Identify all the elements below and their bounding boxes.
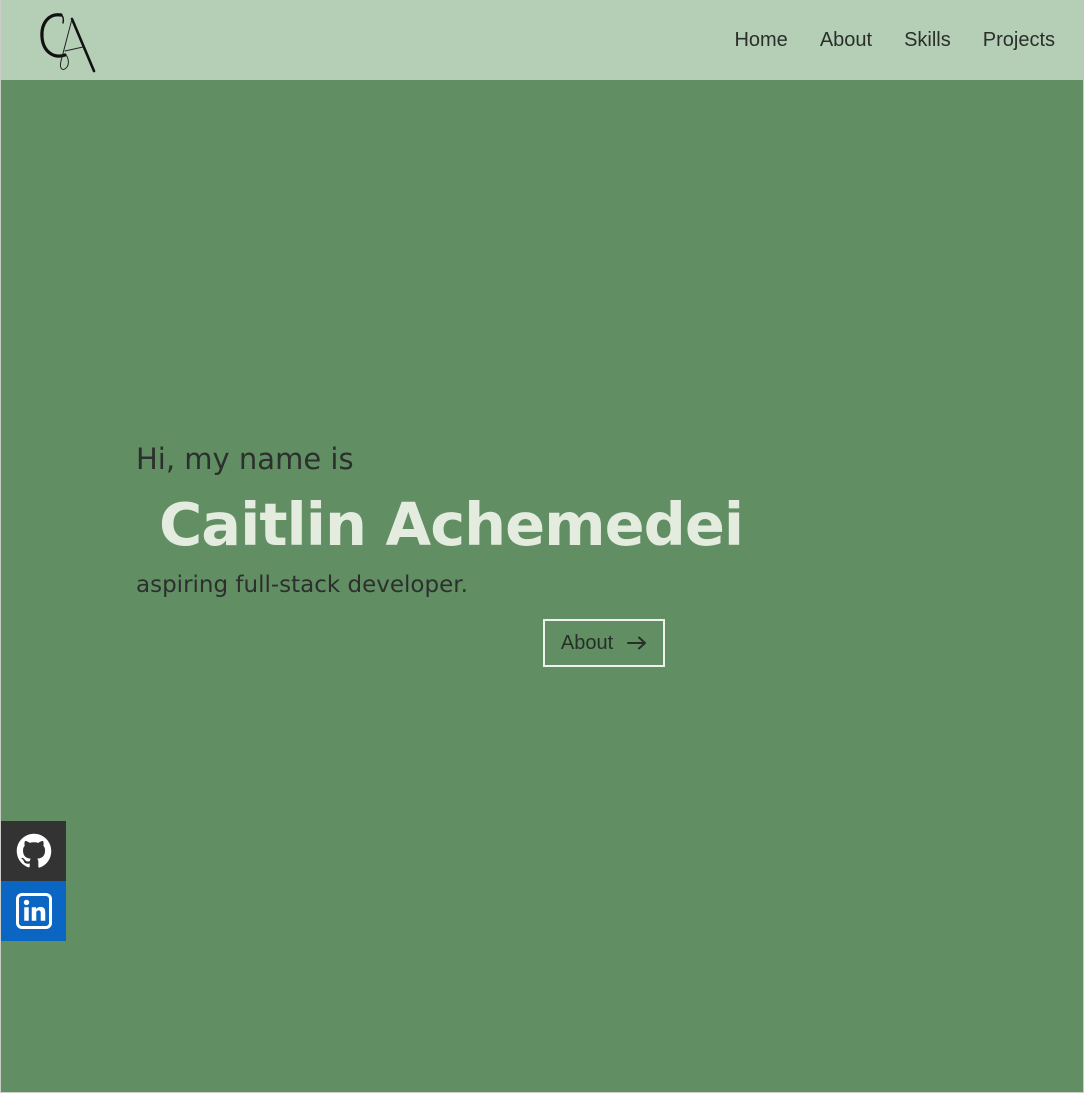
page: Home About Skills Projects Hi, my name i… [0, 0, 1084, 1093]
hero-greeting: Hi, my name is [136, 442, 354, 476]
hero-tagline: aspiring full-stack developer. [136, 572, 468, 598]
linkedin-icon [15, 893, 52, 929]
logo[interactable] [39, 9, 97, 73]
main-nav: Home About Skills Projects [718, 0, 1055, 80]
github-icon [16, 833, 51, 868]
nav-projects[interactable]: Projects [967, 29, 1055, 52]
github-link[interactable] [1, 821, 66, 881]
ca-monogram-logo [40, 13, 96, 73]
arrow-right-icon [627, 636, 647, 650]
nav-home[interactable]: Home [718, 29, 803, 52]
linkedin-link[interactable] [1, 881, 66, 941]
navbar: Home About Skills Projects [1, 0, 1084, 80]
nav-about[interactable]: About [804, 29, 888, 52]
hero-name: Caitlin Achemedei [159, 490, 744, 559]
nav-skills[interactable]: Skills [888, 29, 967, 52]
about-button-label: About [560, 631, 614, 654]
about-button[interactable]: About [543, 619, 665, 667]
